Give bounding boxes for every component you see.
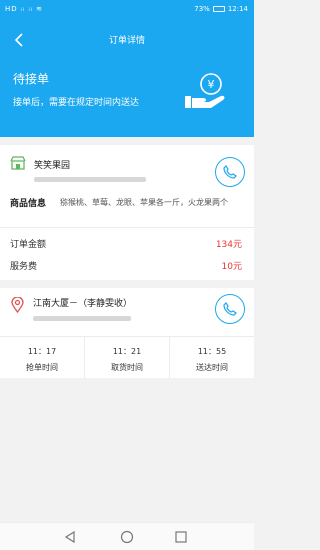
recipient-name: 江南大厦－（李静雯收） <box>33 299 133 309</box>
shop-icon <box>10 156 26 170</box>
svg-text:¥: ¥ <box>208 78 215 91</box>
nav-back-icon[interactable] <box>63 530 77 544</box>
order-amount-label: 订单金额 <box>10 240 47 250</box>
order-info-card: 笑笑果园 商品信息 猕猴桃、草莓、龙眼、苹果各一斤，火龙果两个 订单金额 134… <box>0 145 254 280</box>
service-fee-label: 服务费 <box>10 262 38 272</box>
goods-info-text: 猕猴桃、草莓、龙眼、苹果各一斤，火龙果两个 <box>60 198 228 207</box>
grab-time: 11：17 <box>27 347 57 356</box>
status-time: 12:14 <box>227 5 248 13</box>
delivered-time-column: 11：55 送达时间 <box>170 337 254 378</box>
call-recipient-button[interactable] <box>215 294 245 324</box>
battery-percent: 73% <box>194 5 210 13</box>
pickup-time-column: 11：21 取货时间 <box>85 337 169 378</box>
phone-icon <box>223 302 237 316</box>
goods-info-label: 商品信息 <box>10 199 47 209</box>
status-right-group: 73% 12:14 <box>194 5 248 13</box>
delivered-time: 11：55 <box>197 347 227 356</box>
order-status: 待接单 <box>13 72 50 86</box>
call-shop-button[interactable] <box>215 157 245 187</box>
nav-home-icon[interactable] <box>120 530 134 544</box>
grab-time-label: 抢单时间 <box>26 363 58 372</box>
location-pin-icon <box>11 297 24 313</box>
delivery-card: 江南大厦－（李静雯收） 11：17 抢单时间 11：21 取货时间 11：55 … <box>0 288 254 378</box>
service-fee-value: 10元 <box>221 262 242 272</box>
delivery-address-blurred <box>33 316 131 321</box>
divider <box>0 227 254 228</box>
delivered-time-label: 送达时间 <box>196 363 228 372</box>
order-amount-value: 134元 <box>215 240 242 250</box>
status-bar: HD ᵢₗ ᵢₗ ≋ 73% 12:14 <box>0 0 254 20</box>
status-signal-indicators: HD ᵢₗ ᵢₗ ≋ <box>5 5 44 13</box>
shop-address-blurred <box>34 177 146 182</box>
pickup-time-label: 取货时间 <box>111 363 143 372</box>
page-title: 订单详情 <box>108 36 145 46</box>
nav-recents-icon[interactable] <box>174 530 188 544</box>
system-nav-bar <box>0 522 254 550</box>
order-status-description: 接单后，需要在规定时间内送达 <box>13 98 140 108</box>
hand-coin-icon: ¥ <box>185 73 225 108</box>
phone-icon <box>223 165 237 179</box>
battery-icon <box>212 6 225 12</box>
header: 订单详情 待接单 接单后，需要在规定时间内送达 ¥ <box>0 20 254 137</box>
grab-time-column: 11：17 抢单时间 <box>0 337 84 378</box>
pickup-time: 11：21 <box>112 347 142 356</box>
shop-name: 笑笑果园 <box>34 161 71 171</box>
